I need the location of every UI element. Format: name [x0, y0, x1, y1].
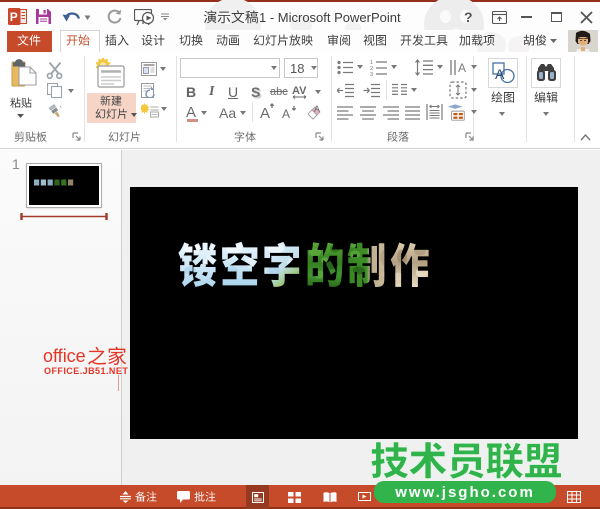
svg-text:A: A	[458, 61, 466, 75]
svg-text:AV: AV	[292, 85, 307, 97]
svg-text:A: A	[260, 105, 270, 120]
svg-text:A: A	[314, 104, 320, 114]
svg-text:A: A	[495, 66, 505, 82]
svg-text:A: A	[282, 107, 290, 120]
svg-text:P: P	[10, 10, 18, 24]
svg-text:3: 3	[370, 72, 373, 76]
